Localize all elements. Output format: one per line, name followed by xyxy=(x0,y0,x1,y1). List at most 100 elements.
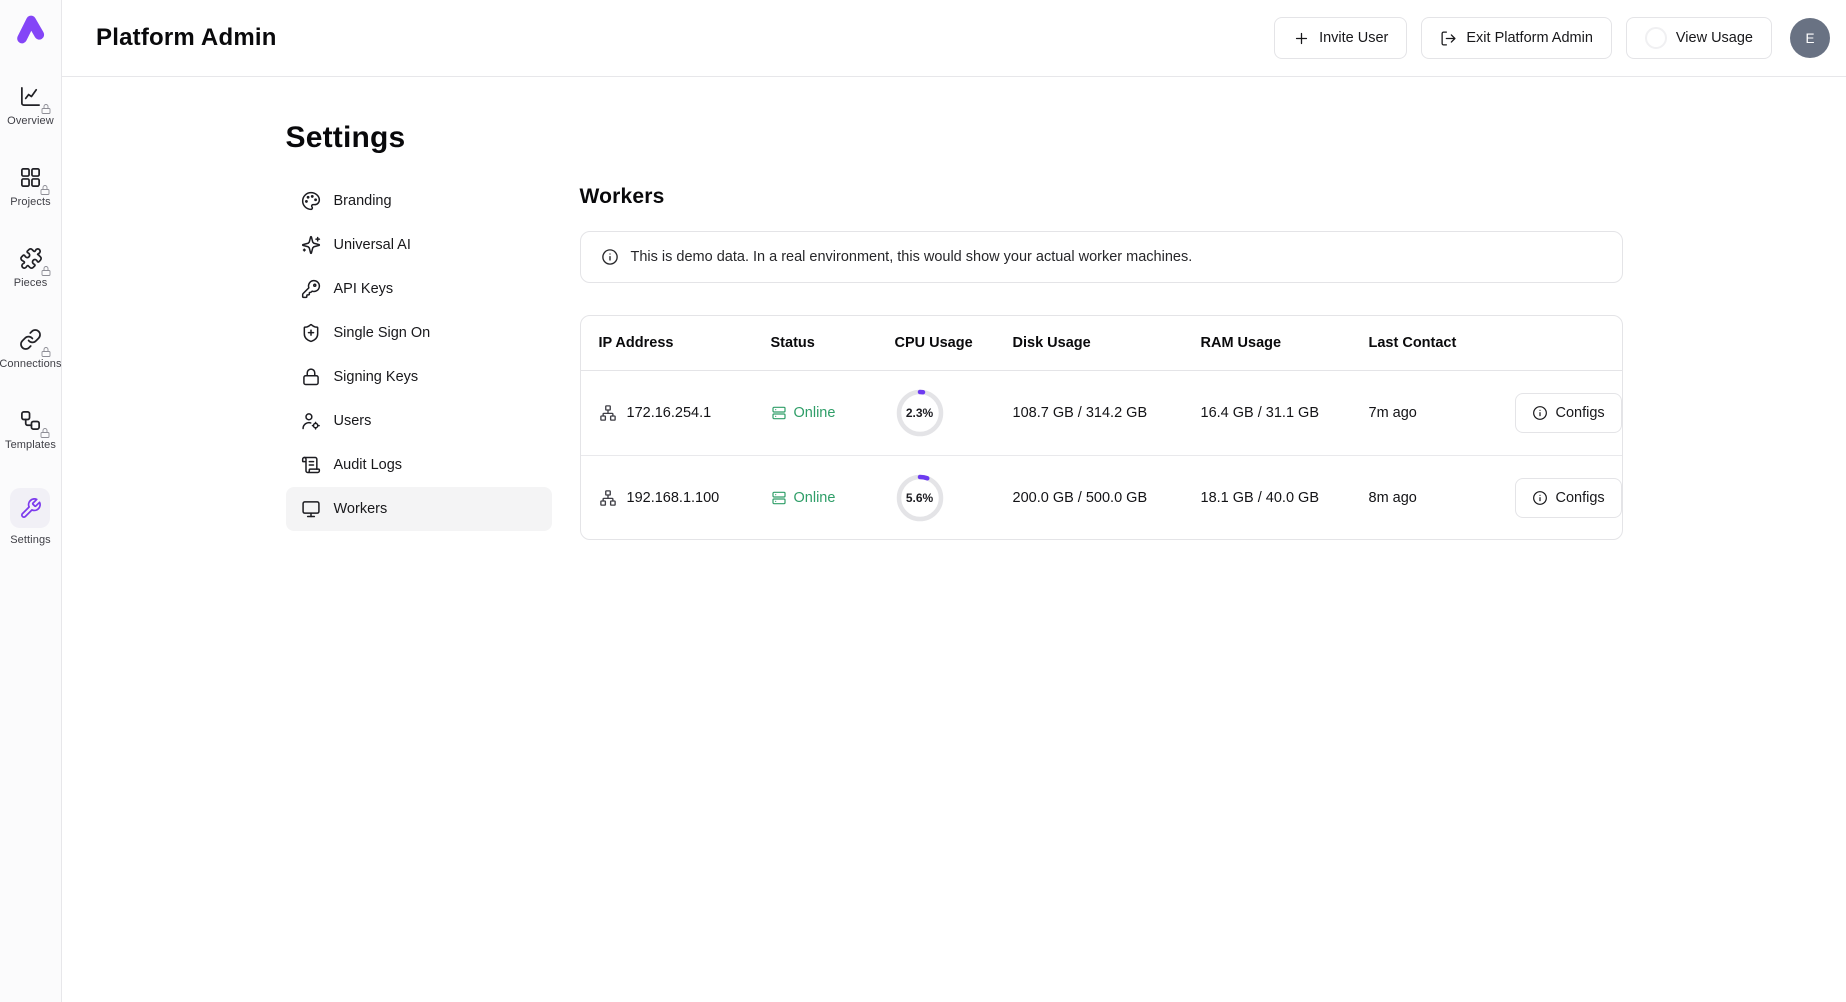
worker-ip: 192.168.1.100 xyxy=(627,490,720,506)
demo-data-banner: This is demo data. In a real environment… xyxy=(580,231,1623,283)
sidebar-item-overview[interactable]: Overview xyxy=(7,83,54,127)
info-icon xyxy=(601,248,619,266)
configs-button-label: Configs xyxy=(1556,490,1605,506)
worker-status: Online xyxy=(771,405,895,421)
settings-nav-label: Single Sign On xyxy=(334,325,431,341)
sidebar-item-projects[interactable]: Projects xyxy=(10,164,51,208)
settings-nav-item-workers[interactable]: Workers xyxy=(286,487,552,531)
sidebar-item-label: Projects xyxy=(10,196,51,208)
configs-button[interactable]: Configs xyxy=(1515,393,1622,433)
lock-icon xyxy=(39,264,53,278)
column-header-cpu: CPU Usage xyxy=(895,335,1013,351)
configs-button-label: Configs xyxy=(1556,405,1605,421)
demo-data-banner-text: This is demo data. In a real environment… xyxy=(631,249,1193,265)
worker-status-label: Online xyxy=(794,405,836,421)
worker-ram-usage: 18.1 GB / 40.0 GB xyxy=(1201,490,1369,506)
info-icon xyxy=(1532,405,1548,421)
scroll-icon xyxy=(301,455,321,475)
settings-nav-label: Users xyxy=(334,413,372,429)
sidebar-item-label: Connections xyxy=(0,358,62,370)
network-icon xyxy=(599,489,617,507)
sidebar-item-label: Pieces xyxy=(14,277,48,289)
sidebar-item-label: Templates xyxy=(5,439,56,451)
worker-ip: 172.16.254.1 xyxy=(627,405,712,421)
left-rail: Overview Projects xyxy=(0,0,62,1002)
sidebar-item-label: Settings xyxy=(10,534,51,546)
settings-nav: Branding Universal AI API Keys xyxy=(286,179,552,540)
column-header-last-contact: Last Contact xyxy=(1369,335,1515,351)
workers-panel: Workers This is demo data. In a real env… xyxy=(580,179,1623,540)
worker-disk-usage: 200.0 GB / 500.0 GB xyxy=(1013,490,1201,506)
key-icon xyxy=(301,279,321,299)
configs-button[interactable]: Configs xyxy=(1515,478,1622,518)
worker-status: Online xyxy=(771,490,895,506)
settings-nav-item-users[interactable]: Users xyxy=(286,399,552,443)
view-usage-label: View Usage xyxy=(1676,30,1753,46)
invite-user-button[interactable]: Invite User xyxy=(1274,17,1407,59)
sidebar-item-connections[interactable]: Connections xyxy=(0,326,62,370)
settings-nav-item-universal-ai[interactable]: Universal AI xyxy=(286,223,552,267)
column-header-ip: IP Address xyxy=(599,335,771,351)
lock-icon xyxy=(38,426,52,440)
top-header: Platform Admin Invite User Exit Platform… xyxy=(62,0,1846,77)
worker-status-label: Online xyxy=(794,490,836,506)
avatar-initial: E xyxy=(1805,31,1814,46)
worker-last-contact: 8m ago xyxy=(1369,490,1515,506)
plus-icon xyxy=(1293,30,1310,47)
lock-icon xyxy=(39,102,53,116)
settings-nav-item-signing-keys[interactable]: Signing Keys xyxy=(286,355,552,399)
settings-nav-item-audit-logs[interactable]: Audit Logs xyxy=(286,443,552,487)
user-cog-icon xyxy=(301,411,321,431)
sparkles-icon xyxy=(301,235,321,255)
shield-plus-icon xyxy=(301,323,321,343)
workers-table: IP Address Status CPU Usage Disk Usage R… xyxy=(580,315,1623,540)
settings-nav-label: Branding xyxy=(334,193,392,209)
settings-nav-label: Universal AI xyxy=(334,237,411,253)
settings-nav-label: Workers xyxy=(334,501,388,517)
server-icon xyxy=(771,490,787,506)
settings-nav-label: Signing Keys xyxy=(334,369,419,385)
settings-heading: Settings xyxy=(286,123,1623,153)
cpu-usage-value: 5.6% xyxy=(895,473,945,523)
activepieces-logo-icon xyxy=(13,10,49,46)
workers-heading: Workers xyxy=(580,185,1623,209)
network-icon xyxy=(599,404,617,422)
user-avatar[interactable]: E xyxy=(1790,18,1830,58)
info-icon xyxy=(1532,490,1548,506)
lock-icon xyxy=(39,345,53,359)
main-content: Settings Branding Univ xyxy=(62,77,1846,1002)
column-header-disk: Disk Usage xyxy=(1013,335,1201,351)
settings-nav-item-single-sign-on[interactable]: Single Sign On xyxy=(286,311,552,355)
wrench-icon xyxy=(19,497,42,520)
app-logo[interactable] xyxy=(12,9,50,47)
worker-ram-usage: 16.4 GB / 31.1 GB xyxy=(1201,405,1369,421)
palette-icon xyxy=(301,191,321,211)
worker-table-row: 192.168.1.100 Online xyxy=(581,455,1622,539)
monitor-icon xyxy=(301,499,321,519)
page-title: Platform Admin xyxy=(96,24,277,52)
lock-icon xyxy=(301,367,321,387)
settings-nav-label: API Keys xyxy=(334,281,394,297)
invite-user-label: Invite User xyxy=(1319,30,1388,46)
sidebar-item-pieces[interactable]: Pieces xyxy=(14,245,48,289)
settings-nav-label: Audit Logs xyxy=(334,457,403,473)
lock-icon xyxy=(38,183,52,197)
settings-nav-item-branding[interactable]: Branding xyxy=(286,179,552,223)
exit-platform-admin-label: Exit Platform Admin xyxy=(1466,30,1593,46)
exit-platform-admin-button[interactable]: Exit Platform Admin xyxy=(1421,17,1612,59)
usage-ring-icon xyxy=(1645,27,1667,49)
column-header-ram: RAM Usage xyxy=(1201,335,1369,351)
worker-last-contact: 7m ago xyxy=(1369,405,1515,421)
settings-nav-item-api-keys[interactable]: API Keys xyxy=(286,267,552,311)
sidebar-item-templates[interactable]: Templates xyxy=(5,407,56,451)
cpu-usage-value: 2.3% xyxy=(895,388,945,438)
sidebar-item-label: Overview xyxy=(7,115,54,127)
view-usage-button[interactable]: View Usage xyxy=(1626,17,1772,59)
server-icon xyxy=(771,405,787,421)
workers-table-header: IP Address Status CPU Usage Disk Usage R… xyxy=(581,316,1622,371)
worker-disk-usage: 108.7 GB / 314.2 GB xyxy=(1013,405,1201,421)
logout-icon xyxy=(1440,30,1457,47)
cpu-usage-gauge: 2.3% xyxy=(895,388,945,438)
cpu-usage-gauge: 5.6% xyxy=(895,473,945,523)
sidebar-item-settings[interactable]: Settings xyxy=(10,488,51,546)
